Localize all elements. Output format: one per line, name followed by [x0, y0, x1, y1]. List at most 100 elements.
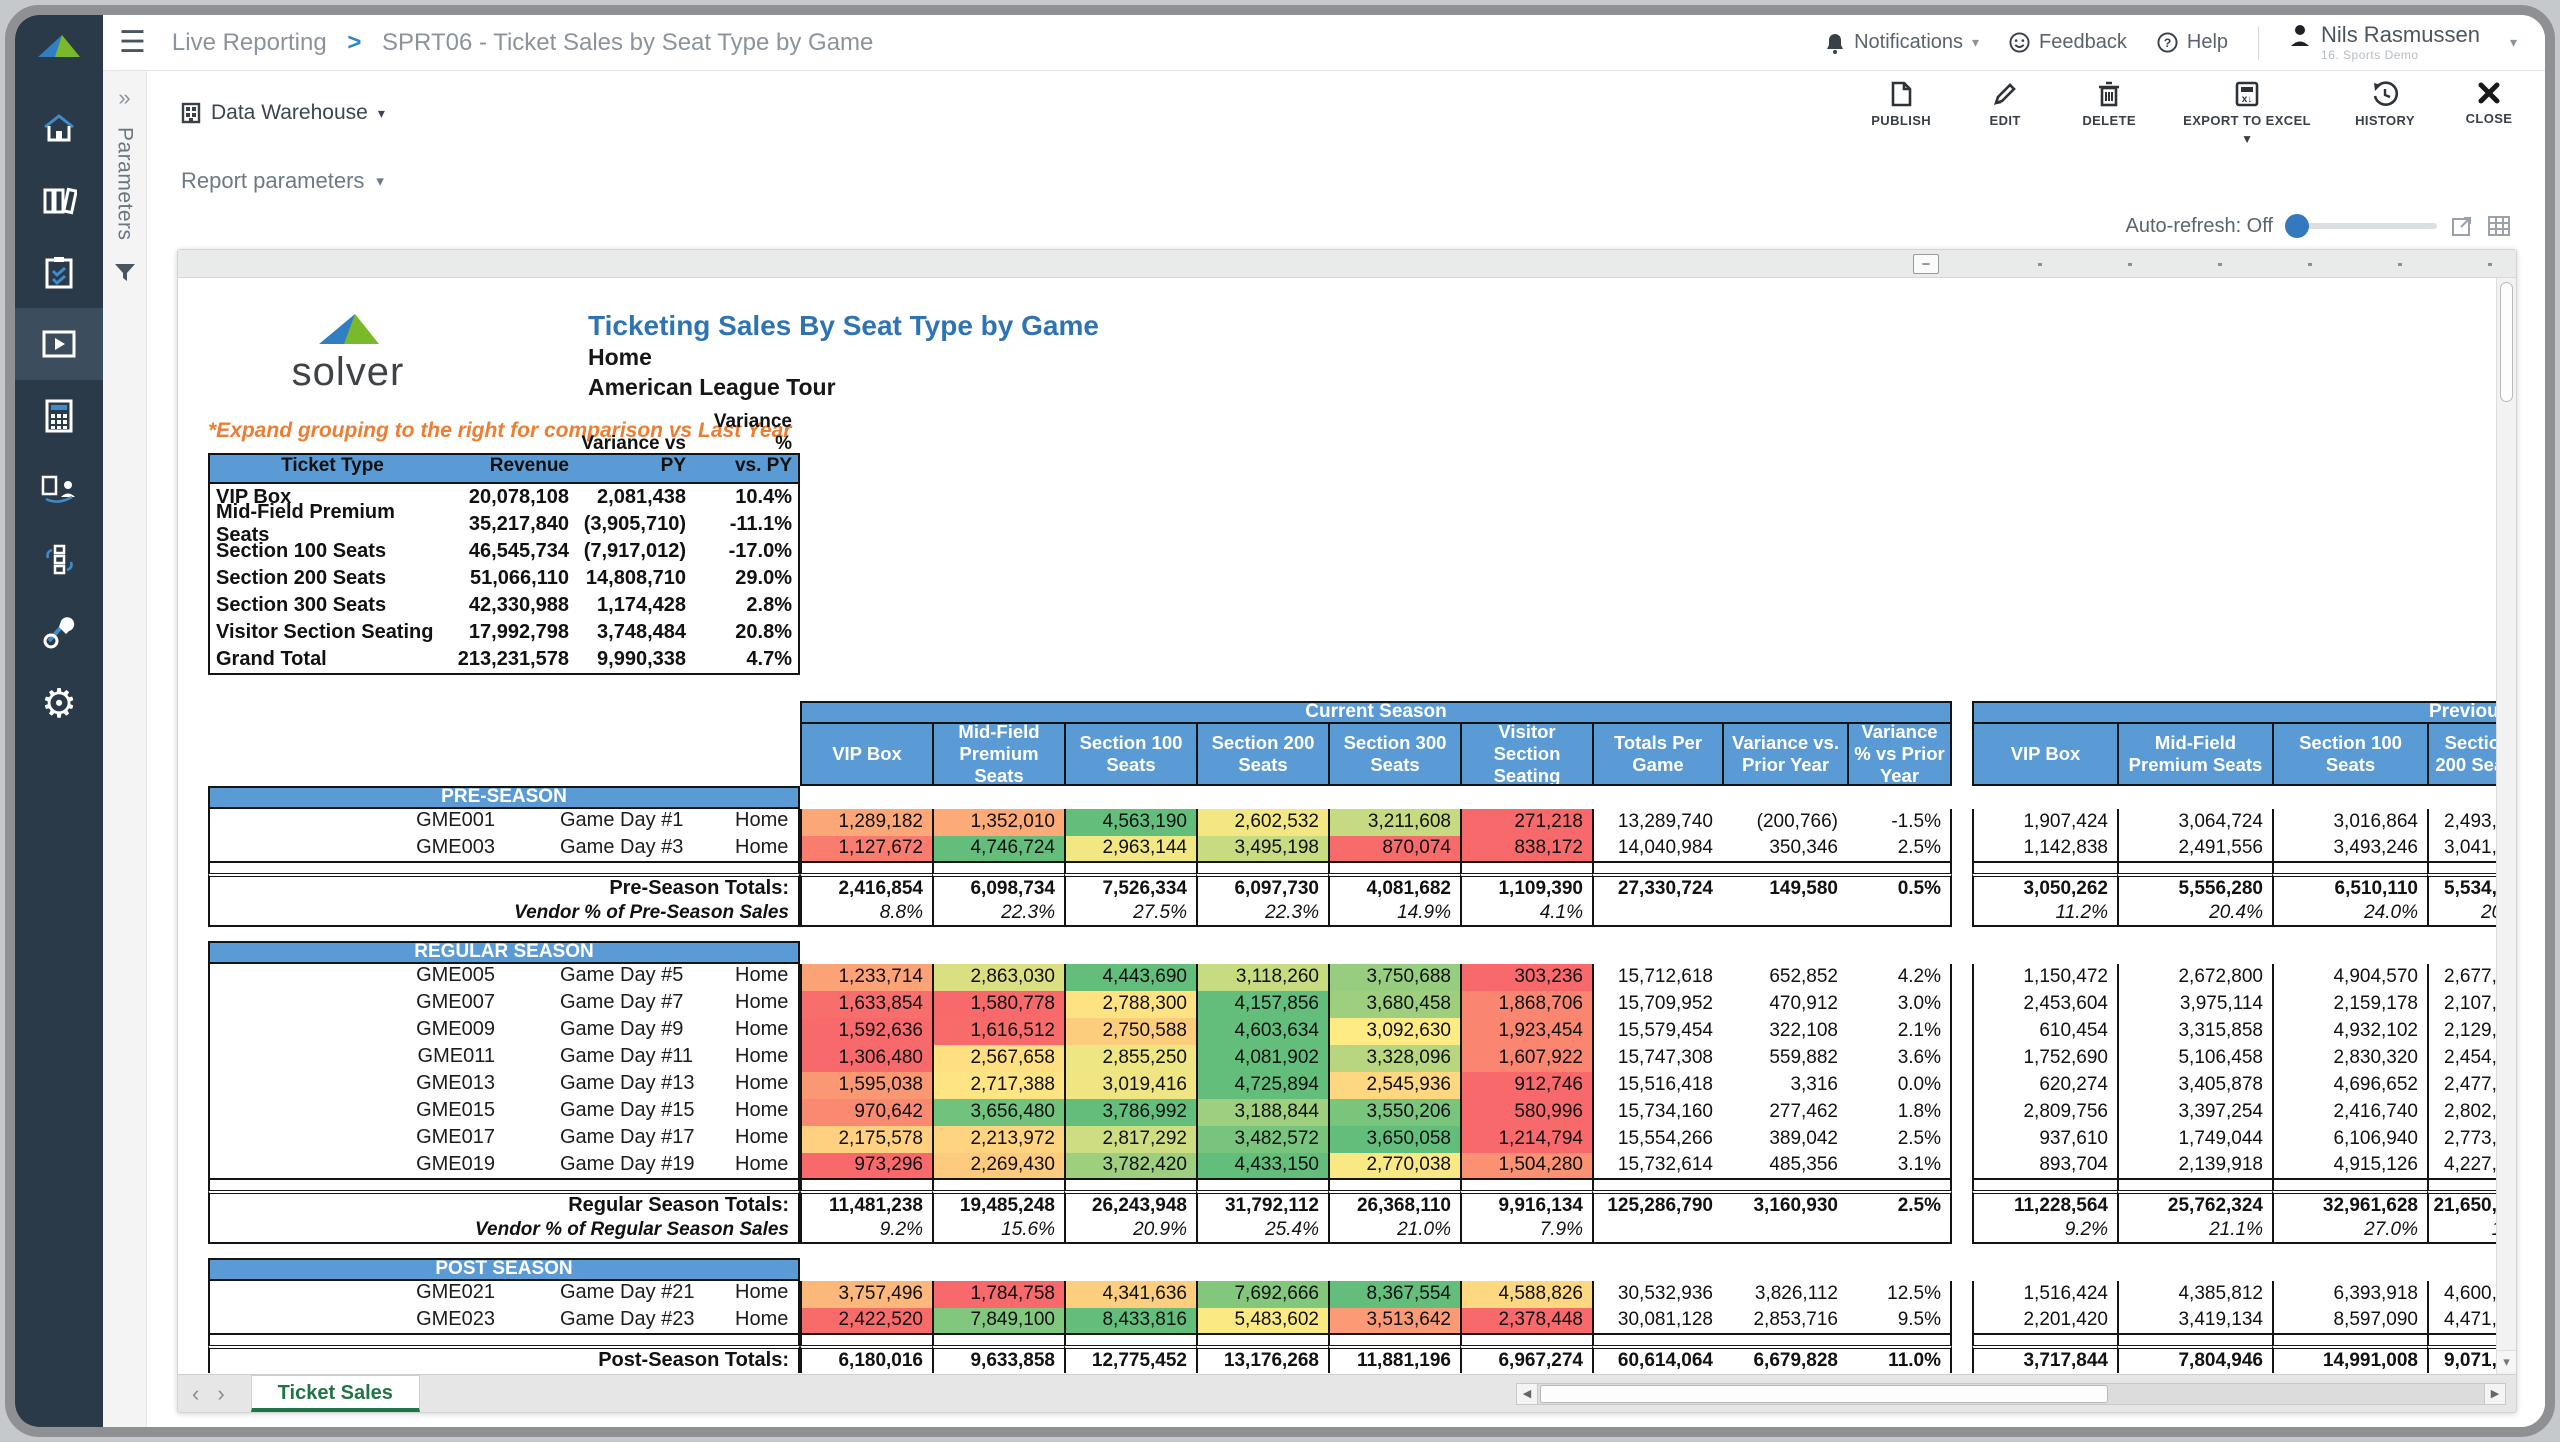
heat-cell: 3,757,496	[800, 1281, 932, 1308]
auto-refresh-slider[interactable]	[2287, 223, 2437, 229]
vendor-pct-cell: 9.2%	[800, 1218, 932, 1244]
previous-season-cell: 4,696,652	[2272, 1072, 2427, 1099]
game-row: GME007Game Day #7Home1,633,8541,580,7782…	[208, 991, 2496, 1018]
gap-cell	[1722, 863, 1847, 873]
label-gap	[495, 809, 560, 836]
gap-cell	[800, 1335, 932, 1345]
slider-knob[interactable]	[2285, 214, 2309, 238]
expand-panel-icon[interactable]: »	[118, 85, 130, 111]
variance-cell: 485,356	[1722, 1153, 1847, 1180]
variance-pct-cell: 4.2%	[1847, 964, 1952, 991]
scroll-down-button[interactable]: ▾	[2497, 1350, 2516, 1372]
history-button[interactable]: HISTORY	[2355, 81, 2415, 146]
panel-top-strip: −	[178, 250, 2516, 278]
ruler-tick	[2308, 263, 2312, 266]
game-row: GME013Game Day #13Home1,595,0382,717,388…	[208, 1072, 2496, 1099]
variance-cell: 3,826,112	[1722, 1281, 1847, 1308]
parameters-panel-label[interactable]: Parameters	[113, 127, 137, 241]
section-band: POST SEASON	[208, 1258, 800, 1281]
sidebar-item-data-collaboration[interactable]	[15, 452, 103, 524]
label-pad	[210, 836, 390, 861]
section-totals-previous: 9,071,79	[2427, 1345, 2496, 1373]
variance-cell: 3,316	[1722, 1072, 1847, 1099]
horizontal-scrollbar-thumb[interactable]	[1540, 1385, 2108, 1403]
vertical-scrollbar[interactable]: ▾	[2496, 278, 2516, 1374]
previous-season-cell: 4,932,102	[2272, 1018, 2427, 1045]
label-gap	[495, 1126, 560, 1153]
user-chevron-icon[interactable]: ▾	[2510, 34, 2517, 51]
summary-row: Section 100 Seats46,545,734(7,917,012)-1…	[210, 538, 798, 565]
sidebar-item-settings[interactable]: ⚙	[15, 668, 103, 740]
export-to-excel-button[interactable]: x↓ EXPORT TO EXCEL ▼	[2183, 81, 2311, 146]
totals-row: Post-Season Totals:6,180,0169,633,85812,…	[208, 1345, 2496, 1373]
game-id: GME011	[390, 1045, 495, 1072]
section-totals-previous: 14,991,008	[2272, 1345, 2427, 1373]
sidebar-item-library[interactable]	[15, 164, 103, 236]
sidebar-item-live-reporting[interactable]	[15, 308, 103, 380]
gap-cell	[1847, 863, 1952, 873]
ruler-tick	[2128, 263, 2132, 266]
data-source-picker[interactable]: Data Warehouse ▾	[181, 101, 385, 125]
grid-view-icon[interactable]	[2487, 215, 2511, 237]
horizontal-scrollbar-track[interactable]	[1538, 1383, 2484, 1405]
sidebar-item-process[interactable]	[15, 524, 103, 596]
report-title: Ticketing Sales By Seat Type by Game	[588, 308, 1099, 343]
delete-button[interactable]: DELETE	[2079, 81, 2139, 146]
feedback-label: Feedback	[2039, 31, 2127, 54]
hamburger-menu-icon[interactable]: ☰	[119, 28, 146, 58]
report-canvas: solver Ticketing Sales By Seat Type by G…	[178, 278, 2496, 1374]
feedback-button[interactable]: Feedback	[2009, 31, 2127, 54]
breadcrumb-section[interactable]: Live Reporting	[172, 29, 327, 56]
heat-cell: 1,289,182	[800, 809, 932, 836]
edit-button[interactable]: EDIT	[1975, 81, 2035, 146]
collapse-outline-button[interactable]: −	[1913, 254, 1939, 274]
label-gap	[495, 991, 560, 1018]
row-gap	[1952, 809, 1972, 836]
section-totals-cell: 1,109,390	[1460, 873, 1592, 901]
help-button[interactable]: ? Help	[2157, 31, 2228, 54]
sidebar-item-calculator[interactable]	[15, 380, 103, 452]
sheet-tab-ticket-sales[interactable]: Ticket Sales	[251, 1375, 420, 1412]
gear-icon: ⚙	[41, 684, 77, 724]
section-totals-per-game: 125,286,790	[1592, 1190, 1722, 1218]
previous-season-cell: 1,516,424	[1972, 1281, 2117, 1308]
scroll-left-button[interactable]: ◀	[1516, 1383, 1538, 1405]
user-org: 16. Sports Demo	[2321, 48, 2480, 62]
gap-cell	[2117, 1335, 2272, 1345]
filter-funnel-icon[interactable]	[114, 263, 136, 283]
sidebar-item-tasks[interactable]	[15, 236, 103, 308]
next-sheet-button[interactable]: ›	[217, 1381, 224, 1407]
vertical-scrollbar-thumb[interactable]	[2500, 282, 2513, 402]
vendor-pct-previous-cell: 17.	[2427, 1218, 2496, 1244]
smiley-icon	[2009, 32, 2030, 53]
sidebar-item-home[interactable]	[15, 92, 103, 164]
variance-pct-cell: 2.5%	[1847, 1126, 1952, 1153]
scroll-right-button[interactable]: ▶	[2484, 1383, 2506, 1405]
horizontal-scrollbar[interactable]: ◀ ▶	[1516, 1383, 2506, 1405]
user-menu[interactable]: Nils Rasmussen 16. Sports Demo	[2289, 23, 2480, 61]
game-row: GME011Game Day #11Home1,306,4802,567,658…	[208, 1045, 2496, 1072]
svg-text:x↓: x↓	[2242, 94, 2253, 105]
close-button[interactable]: CLOSE	[2459, 81, 2519, 146]
row-gap	[1952, 1218, 1972, 1244]
publish-button[interactable]: PUBLISH	[1871, 81, 1931, 146]
game-id: GME017	[390, 1126, 495, 1153]
previous-seat-column-header: Section 200 Seats	[2427, 724, 2496, 786]
report-parameters-toggle[interactable]: Report parameters ▾	[147, 155, 2545, 207]
notifications-menu[interactable]: Notifications ▾	[1825, 31, 1979, 54]
sidebar-item-admin-tools[interactable]	[15, 596, 103, 668]
heat-cell: 838,172	[1460, 836, 1592, 863]
game-day-label: Game Day #5	[560, 964, 735, 991]
delete-label: DELETE	[2082, 113, 2136, 128]
totals-row: Regular Season Totals:11,481,23819,485,2…	[208, 1190, 2496, 1218]
summary-row: Mid-Field Premium Seats35,217,840(3,905,…	[210, 511, 798, 538]
heat-cell: 1,214,794	[1460, 1126, 1592, 1153]
label-gap	[495, 836, 560, 861]
close-icon	[2477, 81, 2501, 105]
heat-cell: 3,019,416	[1064, 1072, 1196, 1099]
variance-cell: 470,912	[1722, 991, 1847, 1018]
previous-season-cell: 2,453,604	[1972, 991, 2117, 1018]
open-external-icon[interactable]	[2451, 215, 2473, 237]
variance-pct-cell: 2.5%	[1847, 836, 1952, 863]
prev-sheet-button[interactable]: ‹	[192, 1381, 199, 1407]
